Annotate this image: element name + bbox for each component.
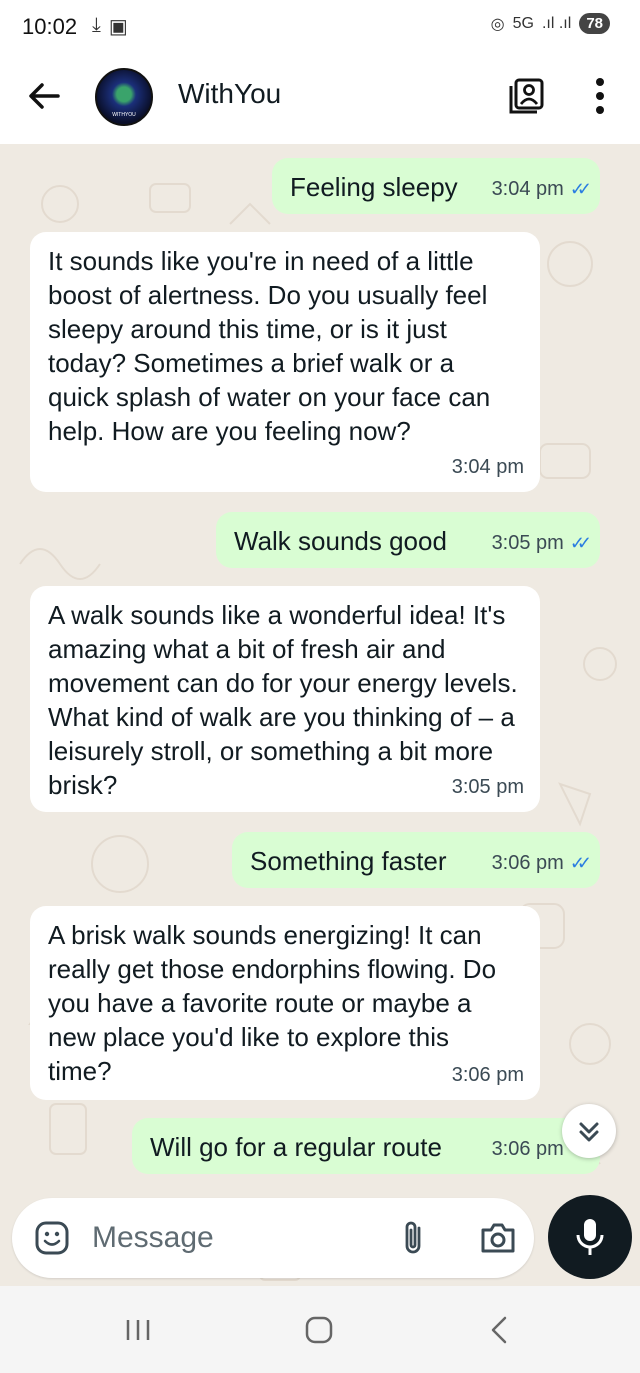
double-chevron-down-icon [579, 1122, 599, 1142]
system-nav-bar [0, 1286, 640, 1373]
battery-level: 78 [579, 13, 610, 34]
message-meta: 3:04 pm ✓✓ [491, 172, 593, 206]
status-bar: 10:02 ⤓ ▣ ◎ 5G .ıl .ıl 78 [0, 0, 640, 56]
read-ticks-icon: ✓✓ [569, 533, 592, 553]
message-outgoing[interactable]: Will go for a regular route 3:06 pm ✓✓ [132, 1118, 600, 1174]
message-time: 3:06 pm [491, 852, 564, 874]
message-incoming[interactable]: It sounds like you're in need of a littl… [30, 232, 540, 492]
contact-name[interactable]: WithYou [178, 78, 281, 110]
avatar-text: WITHYOU [112, 112, 136, 118]
message-incoming[interactable]: A walk sounds like a wonderful idea! It'… [30, 586, 540, 812]
back-arrow-icon[interactable] [24, 76, 64, 116]
message-incoming[interactable]: A brisk walk sounds energizing! It can r… [30, 906, 540, 1100]
contact-card-icon[interactable] [507, 76, 547, 116]
message-outgoing[interactable]: Something faster 3:06 pm ✓✓ [232, 832, 600, 888]
screenshot-icon: ▣ [108, 16, 128, 38]
message-time: 3:05 pm [451, 776, 524, 798]
emoji-icon[interactable] [34, 1220, 70, 1256]
message-meta: 3:04 pm [452, 450, 524, 484]
more-vert-icon[interactable] [582, 74, 618, 118]
message-time: 3:04 pm [491, 178, 564, 200]
read-ticks-icon: ✓✓ [569, 179, 592, 199]
chat-area[interactable]: Feeling sleepy 3:04 pm ✓✓ It sounds like… [0, 144, 640, 1284]
status-left-icons: ⤓ ▣ [92, 14, 128, 39]
message-time: 3:04 pm [451, 456, 524, 478]
home-icon[interactable] [297, 1308, 341, 1352]
message-time: 3:06 pm [451, 1064, 524, 1086]
back-nav-icon[interactable] [478, 1308, 522, 1352]
network-label: 5G [512, 14, 534, 32]
message-time: 3:06 pm [491, 1138, 564, 1160]
chat-header: WITHYOU WithYou [0, 56, 640, 144]
download-icon: ⤓ [92, 14, 101, 36]
camera-icon[interactable] [478, 1218, 518, 1258]
status-time: 10:02 [22, 14, 78, 39]
message-meta: 3:06 pm [452, 1058, 524, 1092]
message-outgoing[interactable]: Feeling sleepy 3:04 pm ✓✓ [272, 158, 600, 214]
message-meta: 3:06 pm ✓✓ [491, 846, 593, 880]
scroll-to-bottom-button[interactable] [562, 1104, 616, 1158]
read-ticks-icon: ✓✓ [569, 853, 592, 873]
message-time: 3:05 pm [491, 532, 564, 554]
message-meta: 3:05 pm ✓✓ [491, 526, 593, 560]
mic-icon [576, 1219, 604, 1255]
message-meta: 3:05 pm [452, 770, 524, 804]
message-input[interactable] [92, 1216, 372, 1260]
recent-apps-icon[interactable] [116, 1308, 160, 1352]
status-right: ◎ 5G .ıl .ıl 78 [491, 13, 610, 34]
mic-button[interactable] [548, 1195, 632, 1279]
message-text: It sounds like you're in need of a littl… [48, 246, 491, 446]
signal-icon: .ıl .ıl [541, 14, 572, 32]
message-outgoing[interactable]: Walk sounds good 3:05 pm ✓✓ [216, 512, 600, 568]
hotspot-icon: ◎ [490, 15, 505, 33]
message-composer [12, 1198, 534, 1278]
attach-icon[interactable] [397, 1218, 429, 1258]
